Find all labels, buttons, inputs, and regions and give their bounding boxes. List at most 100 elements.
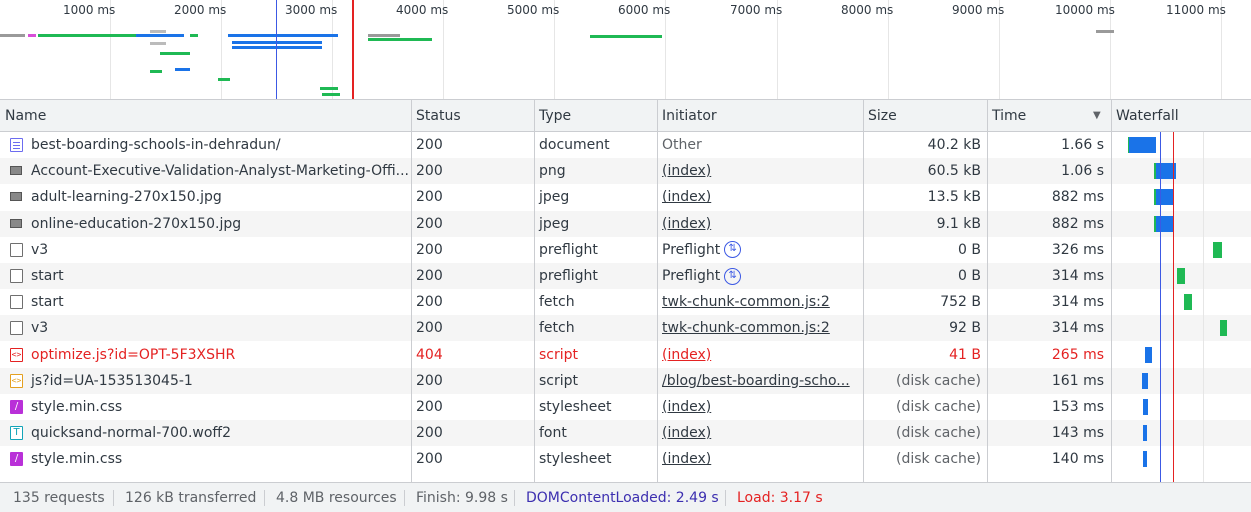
table-row[interactable]: adult-learning-270x150.jpg 200 jpeg (index)… [0, 184, 1251, 210]
column-header-time[interactable]: Time [987, 100, 1110, 132]
finish-time: Finish: 9.98 s [416, 490, 508, 506]
waterfall-waiting-bar[interactable] [1143, 451, 1147, 468]
request-time: 153 ms [1051, 399, 1104, 415]
waterfall-waiting-bar[interactable] [1184, 294, 1192, 311]
overview-request-bar [368, 38, 432, 41]
waterfall-download-bar[interactable] [1156, 215, 1173, 232]
request-time: 314 ms [1051, 294, 1104, 311]
overview-tick: 1000 ms [63, 0, 115, 99]
column-divider[interactable] [1111, 100, 1112, 482]
blank-icon [10, 269, 23, 283]
overview-request-bar [218, 78, 230, 81]
table-row[interactable]: <> optimize.js?id=OPT-5F3XSHR 404 script (in… [0, 342, 1251, 368]
request-name: adult-learning-270x150.jpg [31, 189, 222, 206]
column-header-name[interactable]: Name [0, 100, 411, 132]
overview-request-bar [150, 42, 166, 45]
document-icon [10, 138, 23, 152]
blank-icon [10, 242, 23, 257]
request-size: (disk cache) [895, 372, 981, 389]
overview-request-bar [232, 41, 322, 44]
column-divider[interactable] [534, 100, 535, 482]
request-size: 0 B [958, 241, 981, 258]
stylesheet-icon: / [10, 452, 23, 467]
waterfall-download-bar[interactable] [1156, 189, 1173, 206]
request-status: 200 [416, 215, 443, 232]
request-initiator[interactable]: twk-chunk-common.js:2 [657, 315, 863, 341]
request-initiator[interactable]: (index) [657, 158, 863, 184]
overview-tick-label: 9000 ms [952, 3, 1005, 17]
request-type: preflight [539, 241, 598, 258]
request-initiator[interactable]: (index) [657, 446, 863, 472]
table-row[interactable]: / style.min.css 200 stylesheet (index) (disk … [0, 446, 1251, 472]
request-type: script [539, 346, 579, 363]
request-time: 1.06 s [1061, 163, 1104, 180]
table-row[interactable]: Tquicksand-normal-700.woff2 200 font (index… [0, 420, 1251, 447]
request-count: 135 requests [13, 490, 105, 506]
column-header-waterfall[interactable]: Waterfall [1111, 100, 1251, 132]
request-status: 200 [416, 189, 443, 206]
column-divider[interactable] [411, 100, 412, 482]
request-time: 326 ms [1051, 241, 1104, 258]
column-divider[interactable] [987, 100, 988, 482]
status-separator [264, 490, 265, 506]
preflight-label: Preflight [662, 268, 721, 284]
column-header-type[interactable]: Type [534, 100, 657, 132]
preflight-icon[interactable]: ⇅ [724, 241, 742, 259]
table-row[interactable]: Account-Executive-Validation-Analyst-Mar… [0, 158, 1251, 185]
waterfall-waiting-bar[interactable] [1143, 399, 1148, 415]
column-divider[interactable] [863, 100, 864, 482]
waterfall-waiting-bar[interactable] [1143, 425, 1147, 442]
overview-request-bar [175, 68, 190, 71]
overview-tick-label: 10000 ms [1055, 3, 1115, 17]
overview-tick: 3000 ms [285, 0, 337, 99]
overview-load-marker [352, 0, 354, 99]
request-name: online-education-270x150.jpg [31, 215, 242, 232]
request-name: v3 [31, 241, 49, 258]
request-initiator[interactable]: (index) [657, 211, 863, 237]
waterfall-waiting-bar[interactable] [1142, 372, 1148, 389]
overview-tick: 10000 ms [1055, 0, 1115, 99]
overview-request-bar [0, 34, 25, 37]
waterfall-waiting-bar[interactable] [1177, 268, 1185, 284]
load-time: Load: 3.17 s [737, 490, 823, 506]
blank-icon [10, 321, 23, 336]
request-name: v3 [31, 320, 49, 337]
request-initiator[interactable]: (index) [657, 394, 863, 420]
column-header-initiator[interactable]: Initiator [657, 100, 863, 132]
table-row[interactable]: <> js?id=UA-153513045-1 200 script/blog/bes… [0, 367, 1251, 394]
waterfall-waiting-bar[interactable] [1220, 320, 1227, 337]
table-row[interactable]: start 200 preflight Preflight ⇅ 0 B 314 ms [0, 263, 1251, 289]
request-initiator[interactable]: (index) [657, 184, 863, 210]
table-row[interactable]: start 200 fetch twk-chunk-common.js:2 752 B 3… [0, 289, 1251, 315]
request-initiator[interactable]: (index) [657, 420, 863, 446]
preflight-icon[interactable]: ⇅ [724, 267, 742, 285]
timeline-overview[interactable]: 1000 ms 2000 ms 3000 ms 4000 ms 5000 ms … [0, 0, 1251, 100]
waterfall-waiting-bar[interactable] [1213, 241, 1222, 258]
request-initiator[interactable]: (index) [657, 342, 863, 368]
overview-request-bar [38, 34, 136, 37]
table-row[interactable]: online-education-270x150.jpg 200 jpeg (inde… [0, 210, 1251, 237]
image-icon [10, 218, 22, 228]
overview-tick-label: 3000 ms [285, 3, 338, 17]
table-row[interactable]: best-boarding-schools-in-dehradun/200 doc… [0, 132, 1251, 158]
table-header: Name Status Type Initiator Size Time ▼ W… [0, 100, 1251, 132]
request-status: 200 [416, 137, 443, 153]
request-status: 200 [416, 163, 443, 180]
request-size: 9.1 kB [936, 215, 981, 232]
table-row[interactable]: v3 200 preflight Preflight ⇅ 0 B 326 ms [0, 237, 1251, 263]
column-divider[interactable] [657, 100, 658, 482]
overview-tick: 7000 ms [730, 0, 782, 99]
request-name: optimize.js?id=OPT-5F3XSHR [31, 346, 236, 363]
column-header-status[interactable]: Status [411, 100, 534, 132]
table-row[interactable]: / style.min.css 200 stylesheet (index) (disk … [0, 394, 1251, 420]
waterfall-waiting-bar[interactable] [1145, 346, 1152, 363]
waterfall-download-bar[interactable] [1129, 137, 1156, 153]
request-initiator[interactable]: /blog/best-boarding-scho... [657, 368, 863, 394]
request-status: 200 [416, 268, 443, 284]
request-type: font [539, 425, 567, 442]
request-name: start [31, 294, 64, 311]
overview-tick-label: 2000 ms [174, 3, 227, 17]
column-header-size[interactable]: Size [863, 100, 987, 132]
table-row[interactable]: v3 200 fetch twk-chunk-common.js:2 92 B 314 m… [0, 315, 1251, 342]
request-initiator[interactable]: twk-chunk-common.js:2 [657, 289, 863, 315]
